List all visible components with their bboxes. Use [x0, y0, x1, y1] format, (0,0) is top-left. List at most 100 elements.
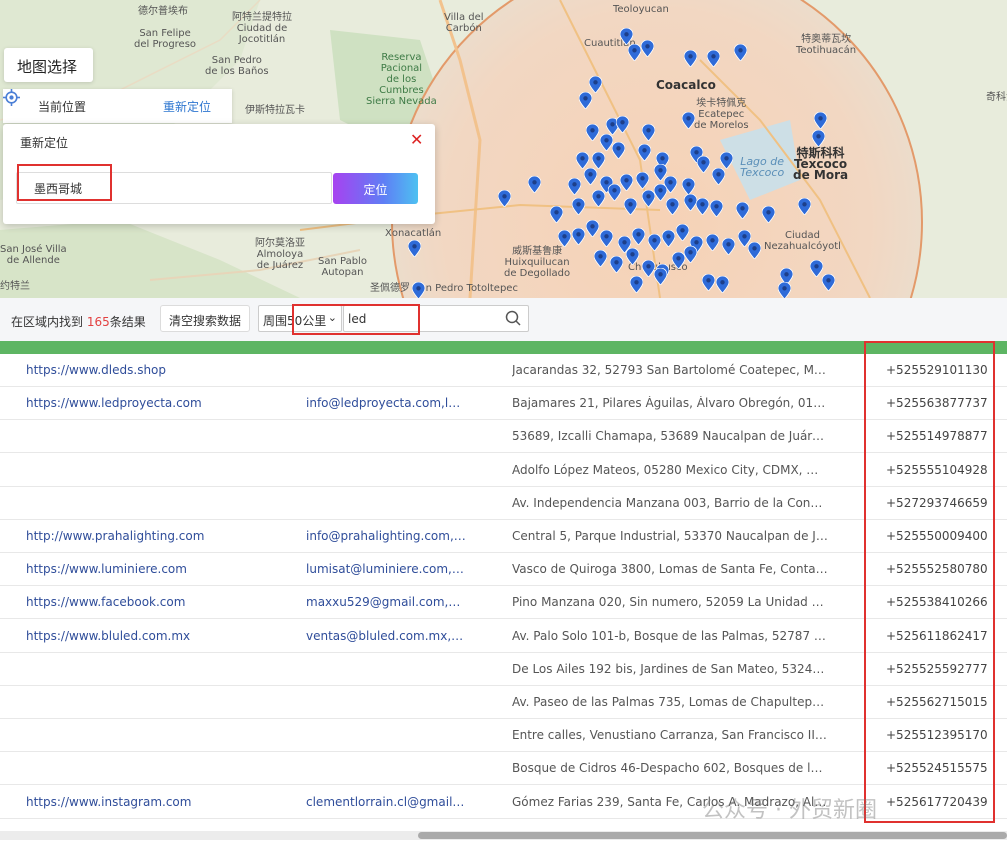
close-icon[interactable]: ✕ — [410, 130, 423, 149]
email-cell[interactable]: info@prahalighting.com,v... — [306, 529, 466, 543]
map-pin-icon[interactable] — [628, 44, 641, 61]
map-pin-icon[interactable] — [676, 224, 689, 241]
map-pin-icon[interactable] — [608, 184, 621, 201]
map-pin-icon[interactable] — [706, 234, 719, 251]
website-link[interactable]: https://www.facebook.com — [26, 595, 296, 609]
map-pin-icon[interactable] — [666, 198, 679, 215]
map-pin-icon[interactable] — [720, 152, 733, 169]
map-pin-icon[interactable] — [584, 168, 597, 185]
app-root: 德尔普埃布 San Felipe del Progreso 阿特兰提特拉 Ciu… — [0, 0, 1007, 847]
map-pin-icon[interactable] — [654, 268, 667, 285]
email-cell[interactable]: info@ledproyecta.com,lgr... — [306, 396, 466, 410]
map-pin-icon[interactable] — [702, 274, 715, 291]
table-row[interactable]: De Los Ailes 192 bis, Jardines de San Ma… — [0, 653, 1007, 686]
table-row[interactable]: https://www.luminiere.com lumisat@luminie… — [0, 553, 1007, 587]
map-pin-icon[interactable] — [736, 202, 749, 219]
map-pin-icon[interactable] — [586, 124, 599, 141]
relocate-link[interactable]: 重新定位 — [163, 98, 211, 115]
table-row[interactable]: Bosque de Cidros 46-Despacho 602, Bosque… — [0, 752, 1007, 786]
map-pin-icon[interactable] — [600, 230, 613, 247]
website-link[interactable]: https://www.bluled.com.mx — [26, 629, 296, 643]
map-pin-icon[interactable] — [748, 242, 761, 259]
horizontal-scrollbar[interactable] — [0, 831, 1007, 840]
map-pin-icon[interactable] — [648, 234, 661, 251]
map-pin-icon[interactable] — [594, 250, 607, 267]
table-row[interactable]: https://www.bluled.com.mx ventas@bluled.c… — [0, 620, 1007, 653]
table-row[interactable]: https://www.facebook.com maxxu529@gmail.c… — [0, 586, 1007, 620]
map-pin-icon[interactable] — [697, 156, 710, 173]
map-pin-icon[interactable] — [626, 248, 639, 265]
table-row[interactable]: Av. Paseo de las Palmas 735, Lomas de Ch… — [0, 686, 1007, 719]
table-row[interactable]: http://www.prahalighting.com info@prahali… — [0, 520, 1007, 553]
map-pin-icon[interactable] — [592, 152, 605, 169]
map-pin-icon[interactable] — [632, 228, 645, 245]
map-pin-icon[interactable] — [568, 178, 581, 195]
map-pin-icon[interactable] — [624, 198, 637, 215]
map-pin-icon[interactable] — [682, 112, 695, 129]
map-pin-icon[interactable] — [814, 112, 827, 129]
table-row[interactable]: 53689, Izcalli Chamapa, 53689 Naucalpan … — [0, 420, 1007, 454]
map-pin-icon[interactable] — [528, 176, 541, 193]
clear-search-button[interactable]: 清空搜索数据 — [160, 305, 250, 332]
map-pin-icon[interactable] — [576, 152, 589, 169]
map-pin-icon[interactable] — [684, 246, 697, 263]
map-pin-icon[interactable] — [716, 276, 729, 293]
table-row[interactable]: Adolfo López Mateos, 05280 Mexico City, … — [0, 454, 1007, 487]
map-pin-icon[interactable] — [612, 142, 625, 159]
map-pin-icon[interactable] — [408, 240, 421, 257]
map-pin-icon[interactable] — [812, 130, 825, 147]
map-pin-icon[interactable] — [822, 274, 835, 291]
email-cell[interactable]: ventas@bluled.com.mx,m... — [306, 629, 466, 643]
map-pin-icon[interactable] — [636, 172, 649, 189]
map-pin-icon[interactable] — [550, 206, 563, 223]
map-pin-icon[interactable] — [682, 178, 695, 195]
map-pin-icon[interactable] — [620, 28, 633, 45]
website-link[interactable]: https://www.dleds.shop — [26, 363, 296, 377]
map-pin-icon[interactable] — [710, 200, 723, 217]
map-pin-icon[interactable] — [641, 40, 654, 57]
search-icon[interactable] — [505, 310, 521, 326]
map-pin-icon[interactable] — [586, 220, 599, 237]
map-pin-icon[interactable] — [579, 92, 592, 109]
map-pin-icon[interactable] — [707, 50, 720, 67]
map-pin-icon[interactable] — [662, 230, 675, 247]
map-pin-icon[interactable] — [572, 228, 585, 245]
scrollbar-thumb[interactable] — [418, 832, 1007, 839]
map-pin-icon[interactable] — [638, 144, 651, 161]
map-pin-icon[interactable] — [498, 190, 511, 207]
dialog-title: 重新定位 — [20, 136, 69, 150]
map-pin-icon[interactable] — [412, 282, 425, 298]
map-label: 约特兰 — [0, 281, 30, 292]
map-pin-icon[interactable] — [616, 116, 629, 133]
map-pin-icon[interactable] — [630, 276, 643, 293]
email-cell[interactable]: maxxu529@gmail.com,ad... — [306, 595, 466, 609]
table-row[interactable]: Entre calles, Venustiano Carranza, San F… — [0, 719, 1007, 753]
website-link[interactable]: https://www.luminiere.com — [26, 562, 296, 576]
map-pin-icon[interactable] — [558, 230, 571, 247]
table-row[interactable]: Av. Independencia Manzana 003, Barrio de… — [0, 487, 1007, 520]
map-pin-icon[interactable] — [620, 174, 633, 191]
map-pin-icon[interactable] — [589, 76, 602, 93]
map-pin-icon[interactable] — [722, 238, 735, 255]
map-pin-icon[interactable] — [610, 256, 623, 273]
map-pin-icon[interactable] — [696, 198, 709, 215]
map-pin-icon[interactable] — [798, 198, 811, 215]
website-link[interactable]: https://www.ledproyecta.com — [26, 396, 296, 410]
map-pin-icon[interactable] — [684, 50, 697, 67]
map-view[interactable]: 德尔普埃布 San Felipe del Progreso 阿特兰提特拉 Ciu… — [0, 0, 1007, 298]
website-link[interactable]: https://www.instagram.com — [26, 795, 296, 809]
map-pin-icon[interactable] — [592, 190, 605, 207]
map-pin-icon[interactable] — [572, 198, 585, 215]
email-cell[interactable]: clementlorrain.cl@gmail.c... — [306, 795, 466, 809]
map-pin-icon[interactable] — [712, 168, 725, 185]
website-link[interactable]: http://www.prahalighting.com — [26, 529, 296, 543]
locate-button[interactable]: 定位 — [333, 173, 418, 204]
table-row[interactable]: https://www.ledproyecta.com info@ledproye… — [0, 387, 1007, 421]
map-pin-icon[interactable] — [762, 206, 775, 223]
map-pin-icon[interactable] — [734, 44, 747, 61]
email-cell[interactable]: lumisat@luminiere.com,lu... — [306, 562, 466, 576]
table-row[interactable]: https://www.dleds.shop Jacarandas 32, 527… — [0, 354, 1007, 387]
map-pin-icon[interactable] — [778, 282, 791, 298]
address-cell: Jacarandas 32, 52793 San Bartolomé Coate… — [512, 363, 828, 377]
map-pin-icon[interactable] — [642, 124, 655, 141]
